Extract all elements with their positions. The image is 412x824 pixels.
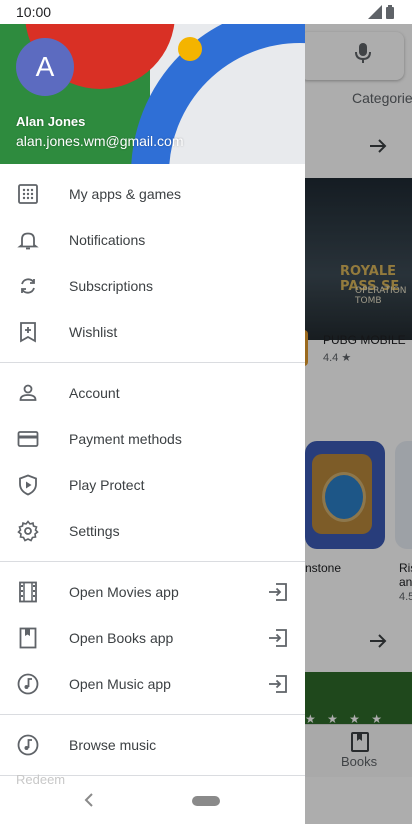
- home-pill[interactable]: [192, 796, 220, 806]
- menu-item-open-music[interactable]: Open Music app: [0, 661, 305, 707]
- menu-item-label: Open Books app: [69, 630, 174, 646]
- status-time: 10:00: [16, 4, 52, 20]
- menu-section-4: Browse music: [0, 722, 305, 768]
- menu-item-label: Browse music: [69, 737, 157, 753]
- menu-item-play-protect[interactable]: Play Protect: [0, 462, 305, 508]
- menu-item-open-books[interactable]: Open Books app: [0, 615, 305, 661]
- menu-item-settings[interactable]: Settings: [0, 508, 305, 554]
- menu-item-subscriptions[interactable]: Subscriptions: [0, 263, 305, 309]
- menu-item-label: Account: [69, 385, 120, 401]
- menu-item-notifications[interactable]: Notifications: [0, 217, 305, 263]
- menu-item-account[interactable]: Account: [0, 370, 305, 416]
- bookmark-add-icon: [20, 322, 36, 343]
- back-icon[interactable]: [84, 793, 94, 807]
- gear-icon: [17, 520, 39, 542]
- shield-play-icon: [19, 474, 37, 496]
- menu-item-label: Open Movies app: [69, 584, 179, 600]
- credit-card-icon: [17, 431, 39, 447]
- music-icon: [17, 673, 39, 695]
- navigation-drawer: A Alan Jones alan.jones.wm@gmail.com My …: [0, 24, 305, 824]
- bell-icon: [17, 232, 39, 250]
- user-name: Alan Jones: [16, 114, 86, 129]
- menu-item-label: Notifications: [69, 232, 146, 248]
- menu-item-label: Wishlist: [69, 324, 118, 340]
- menu-item-open-movies[interactable]: Open Movies app: [0, 569, 305, 615]
- system-nav-bar: [0, 776, 412, 824]
- divider: [0, 362, 305, 363]
- menu-item-my-apps[interactable]: My apps & games: [0, 171, 305, 217]
- menu-item-browse-music[interactable]: Browse music: [0, 722, 305, 768]
- signal-icon: [368, 5, 382, 19]
- menu-item-payment-methods[interactable]: Payment methods: [0, 416, 305, 462]
- status-icons: [368, 5, 394, 19]
- menu-item-label: Open Music app: [69, 676, 171, 692]
- music-icon: [17, 734, 39, 756]
- film-icon: [19, 581, 37, 603]
- menu-section-1: My apps & games Notifications Subscripti…: [0, 171, 305, 355]
- open-external-icon: [269, 675, 287, 693]
- refresh-icon: [21, 278, 35, 294]
- divider: [0, 561, 305, 562]
- menu-item-label: Play Protect: [69, 477, 145, 493]
- open-external-icon: [269, 629, 287, 647]
- account-header[interactable]: A Alan Jones alan.jones.wm@gmail.com: [0, 24, 305, 164]
- apps-grid-icon: [18, 184, 38, 204]
- user-email: alan.jones.wm@gmail.com: [16, 133, 184, 149]
- avatar[interactable]: A: [16, 38, 74, 96]
- menu-item-label: My apps & games: [69, 186, 182, 202]
- open-external-icon: [269, 583, 287, 601]
- menu-section-3: Open Movies app Open Books app Open Musi…: [0, 569, 305, 707]
- person-icon: [19, 384, 37, 401]
- status-bar: 10:00: [0, 0, 412, 24]
- menu-item-label: Payment methods: [69, 431, 182, 447]
- menu-section-2: Account Payment methods Play Protect Set…: [0, 370, 305, 554]
- book-icon: [19, 627, 37, 649]
- menu-item-wishlist[interactable]: Wishlist: [0, 309, 305, 355]
- menu-item-label: Settings: [69, 523, 120, 539]
- menu-item-label: Subscriptions: [69, 278, 154, 294]
- battery-icon: [386, 5, 394, 19]
- divider: [0, 714, 305, 715]
